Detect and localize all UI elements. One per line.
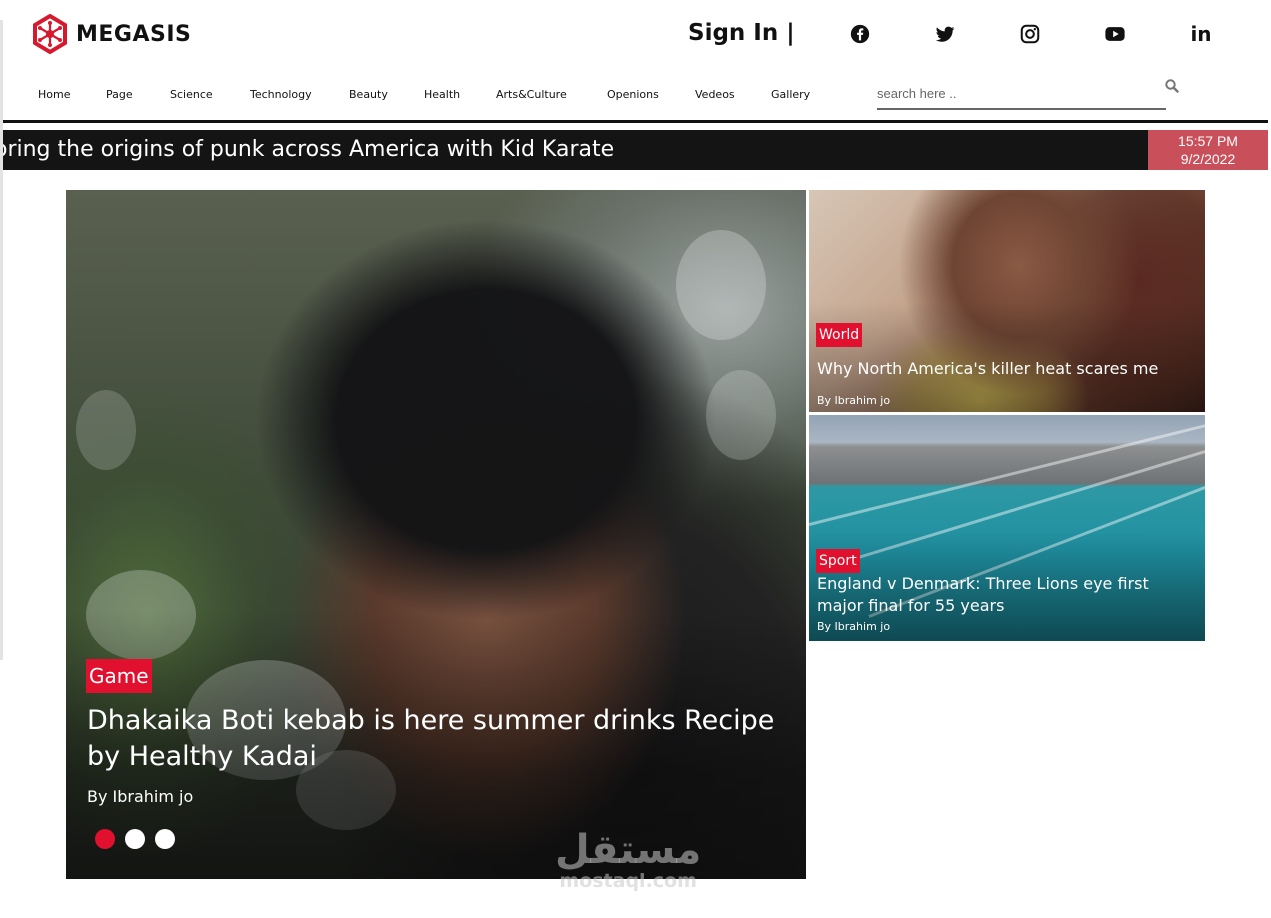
- side-article-card[interactable]: Sport England v Denmark: Three Lions eye…: [809, 415, 1205, 641]
- logo-icon: [33, 14, 67, 54]
- nav-item-gallery[interactable]: Gallery: [771, 88, 810, 101]
- instagram-icon[interactable]: [1018, 22, 1042, 46]
- slider-dot-3[interactable]: [155, 829, 175, 849]
- youtube-icon[interactable]: [1103, 22, 1127, 46]
- nav-item-beauty[interactable]: Beauty: [349, 88, 388, 101]
- slider-dots: [95, 829, 175, 849]
- date-time-badge: 15:57 PM 9/2/2022: [1148, 130, 1268, 170]
- hero-title[interactable]: Dhakaika Boti kebab is here summer drink…: [87, 703, 806, 775]
- page: MEGASIS Sign In | in Home Page Science T…: [0, 0, 1271, 918]
- nav-item-home[interactable]: Home: [38, 88, 70, 101]
- twitter-icon[interactable]: [933, 22, 957, 46]
- article-author: By Ibrahim jo: [817, 394, 891, 407]
- nav-item-videos[interactable]: Vedeos: [695, 88, 735, 101]
- facebook-icon[interactable]: [848, 22, 872, 46]
- search-icon[interactable]: [1164, 78, 1180, 94]
- category-tag[interactable]: Sport: [816, 549, 860, 573]
- hero-author: By Ibrahim jo: [87, 787, 194, 806]
- hero-slide[interactable]: Game Dhakaika Boti kebab is here summer …: [66, 190, 806, 879]
- news-ticker[interactable]: oring the origins of punk across America…: [3, 130, 1148, 170]
- search-box: [877, 78, 1166, 110]
- nav-item-opinions[interactable]: Openions: [607, 88, 659, 101]
- hero-category-tag[interactable]: Game: [86, 659, 152, 693]
- slider-dot-2[interactable]: [125, 829, 145, 849]
- sign-in-link[interactable]: Sign In |: [688, 20, 795, 46]
- nav-item-arts-culture[interactable]: Arts&Culture: [496, 88, 567, 101]
- article-title[interactable]: Why North America's killer heat scares m…: [817, 358, 1197, 380]
- nav-divider: [3, 120, 1268, 123]
- brand-logo[interactable]: MEGASIS: [32, 14, 191, 54]
- nav-item-health[interactable]: Health: [424, 88, 460, 101]
- slider-dot-1[interactable]: [95, 829, 115, 849]
- nav-item-page[interactable]: Page: [106, 88, 133, 101]
- search-input[interactable]: [877, 86, 1147, 101]
- page-edge: [0, 20, 3, 660]
- linkedin-icon[interactable]: in: [1189, 22, 1213, 46]
- article-author: By Ibrahim jo: [817, 620, 891, 633]
- article-title[interactable]: England v Denmark: Three Lions eye first…: [817, 573, 1197, 617]
- category-tag[interactable]: World: [816, 323, 863, 347]
- side-article-card[interactable]: World Why North America's killer heat sc…: [809, 190, 1205, 412]
- linkedin-label: in: [1190, 22, 1212, 46]
- clock-time: 15:57 PM: [1178, 133, 1238, 149]
- ticker-headline[interactable]: oring the origins of punk across America…: [3, 137, 614, 162]
- brand-name: MEGASIS: [76, 21, 192, 47]
- nav-item-science[interactable]: Science: [170, 88, 213, 101]
- clock-date: 9/2/2022: [1180, 151, 1236, 167]
- nav-item-technology[interactable]: Technology: [250, 88, 312, 101]
